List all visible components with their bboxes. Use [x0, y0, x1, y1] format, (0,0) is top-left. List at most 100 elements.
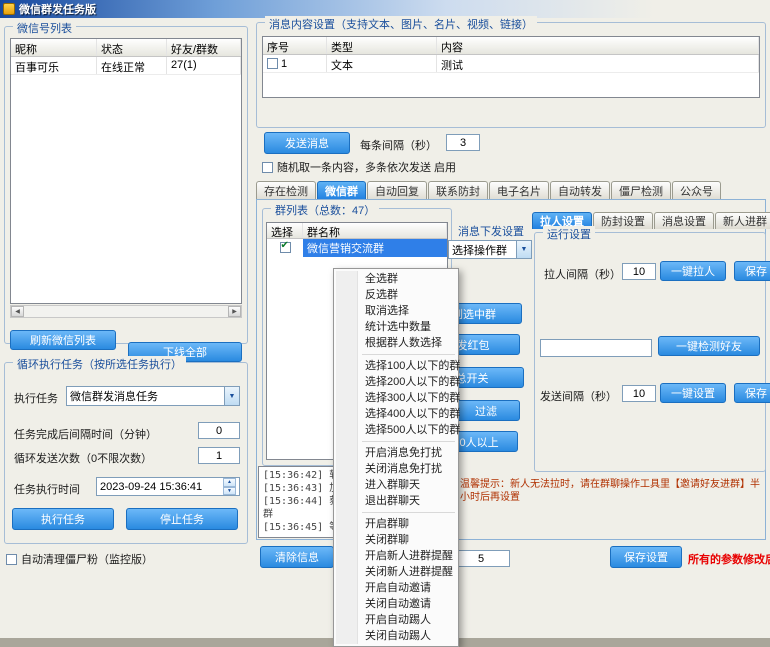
task-select[interactable]: 微信群发消息任务 ▼ [66, 386, 240, 406]
spin-up-icon[interactable]: ▲ [223, 478, 236, 487]
menu-item-chat-off[interactable]: 关闭群聊 [334, 532, 458, 548]
tab-auto-forward[interactable]: 自动转发 [550, 181, 610, 200]
hint-text: 温馨提示：新人无法拉时，请在群聊操作工具里【邀请好友进群】半小时后再设置 [460, 478, 762, 504]
menu-item-select-by-size[interactable]: 根据群人数选择 [334, 335, 458, 351]
accounts-hscrollbar[interactable]: ◀ ▶ [10, 305, 242, 318]
account-count: 27(1) [167, 57, 241, 74]
stop-task-button[interactable]: 停止任务 [126, 508, 238, 530]
accounts-col-nickname[interactable]: 昵称 [11, 39, 97, 56]
accounts-table: 昵称 状态 好友/群数 百事可乐 在线正常 27(1) [10, 38, 242, 304]
message-col-type[interactable]: 类型 [327, 37, 437, 54]
menu-item-mute-on[interactable]: 开启消息免打扰 [334, 445, 458, 461]
menu-item-exit-chat[interactable]: 退出群聊天 [334, 493, 458, 509]
task-time-value: 2023-09-24 15:36:41 [100, 481, 202, 493]
random-content-checkbox[interactable]: 随机取一条内容，多条依次发送 启用 [262, 159, 456, 175]
message-table-header: 序号 类型 内容 [263, 37, 759, 55]
task-time-label: 任务执行时间 [14, 481, 80, 497]
one-key-check-button[interactable]: 一键检测好友 [658, 336, 760, 356]
message-row-content: 测试 [437, 55, 759, 72]
checkbox-icon[interactable] [262, 162, 273, 173]
menu-item-auto-invite-off[interactable]: 关闭自动邀请 [334, 596, 458, 612]
menu-item-under-300[interactable]: 选择300人以下的群 [334, 390, 458, 406]
task-interval-label: 任务完成后间隔时间（分钟） [14, 426, 157, 442]
chevron-down-icon[interactable]: ▼ [516, 241, 531, 258]
menu-item-deselect[interactable]: 取消选择 [334, 303, 458, 319]
one-key-set-button[interactable]: 一键设置 [660, 383, 726, 403]
group-list-row[interactable]: 微信营销交流群 [267, 239, 447, 256]
menu-item-under-200[interactable]: 选择200人以下的群 [334, 374, 458, 390]
message-row-type: 文本 [327, 55, 437, 72]
loop-task-group-title: 循环执行任务（按所选任务执行） [13, 356, 186, 372]
pull-interval-input[interactable]: 10 [622, 263, 656, 280]
refresh-wechat-button[interactable]: 刷新微信列表 [10, 330, 116, 350]
task-time-input[interactable]: 2023-09-24 15:36:41 ▲▼ [96, 477, 240, 496]
menu-item-mute-off[interactable]: 关闭消息免打扰 [334, 461, 458, 477]
loop-count-input[interactable]: 1 [198, 447, 240, 464]
menu-item-auto-kick-on[interactable]: 开启自动踢人 [334, 612, 458, 628]
menu-separator [334, 351, 458, 358]
accounts-col-status[interactable]: 状态 [97, 39, 167, 56]
menu-item-under-100[interactable]: 选择100人以下的群 [334, 358, 458, 374]
group-col-name: 群名称 [303, 223, 447, 238]
app-icon [3, 3, 15, 15]
tab-wechat-group[interactable]: 微信群 [317, 181, 366, 200]
accounts-table-row[interactable]: 百事可乐 在线正常 27(1) [11, 57, 241, 75]
save-settings-button[interactable]: 保存设置 [610, 546, 682, 568]
menu-item-count-selected[interactable]: 统计选中数量 [334, 319, 458, 335]
message-content-group-title: 消息内容设置（支持文本、图片、名片、视频、链接） [265, 16, 537, 32]
menu-item-under-400[interactable]: 选择400人以下的群 [334, 406, 458, 422]
accounts-group-title: 微信号列表 [13, 20, 76, 36]
send-interval-label: 每条间隔（秒） [360, 137, 437, 153]
menu-item-enter-chat[interactable]: 进入群聊天 [334, 477, 458, 493]
checkbox-checked-icon[interactable] [280, 242, 291, 253]
scroll-right-icon[interactable]: ▶ [228, 306, 241, 317]
send-interval-input[interactable]: 3 [446, 134, 480, 151]
menu-item-newcomer-notice-on[interactable]: 开启新人进群提醒 [334, 548, 458, 564]
checkbox-icon[interactable] [6, 554, 17, 565]
tab-auto-reply[interactable]: 自动回复 [367, 181, 427, 200]
spin-down-icon[interactable]: ▼ [223, 487, 236, 496]
tab-ecard[interactable]: 电子名片 [489, 181, 549, 200]
tab-exist-check[interactable]: 存在检测 [256, 181, 316, 200]
scroll-left-icon[interactable]: ◀ [11, 306, 24, 317]
zombie-clean-checkbox[interactable]: 自动清理僵尸粉（监控版） [6, 551, 153, 567]
tab-message-settings[interactable]: 消息设置 [654, 212, 714, 229]
chevron-down-icon[interactable]: ▼ [224, 387, 239, 405]
filter-button[interactable]: 过滤 [452, 400, 520, 421]
tab-official-account[interactable]: 公众号 [672, 181, 721, 200]
datetime-spinner[interactable]: ▲▼ [223, 478, 236, 495]
menu-item-auto-kick-off[interactable]: 关闭自动踢人 [334, 628, 458, 644]
send-message-button[interactable]: 发送消息 [264, 132, 350, 154]
tab-newcomer[interactable]: 新人进群 [715, 212, 770, 229]
menu-item-under-500[interactable]: 选择500人以下的群 [334, 422, 458, 438]
send-interval-label-2: 发送间隔（秒） [540, 388, 617, 404]
menu-item-newcomer-notice-off[interactable]: 关闭新人进群提醒 [334, 564, 458, 580]
window-title: 微信群发任务版 [19, 1, 96, 17]
send-save-button[interactable]: 保存 [734, 383, 770, 403]
menu-item-invert-select[interactable]: 反选群 [334, 287, 458, 303]
one-key-pull-button[interactable]: 一键拉人 [660, 261, 726, 281]
group-context-menu: 全选群 反选群 取消选择 统计选中数量 根据群人数选择 选择100人以下的群 选… [333, 268, 459, 647]
message-col-no[interactable]: 序号 [263, 37, 327, 54]
accounts-col-count[interactable]: 好友/群数 [167, 39, 241, 56]
zombie-interval-input[interactable]: 5 [452, 550, 510, 567]
tab-contact-protect[interactable]: 联系防封 [428, 181, 488, 200]
send-interval-input-2[interactable]: 10 [622, 385, 656, 402]
clear-log-button[interactable]: 清除信息 [260, 546, 334, 568]
message-col-content[interactable]: 内容 [437, 37, 759, 54]
zombie-clean-label: 自动清理僵尸粉（监控版） [21, 551, 153, 567]
task-label: 执行任务 [14, 390, 58, 406]
check-friend-input[interactable] [540, 339, 652, 357]
menu-item-auto-invite-on[interactable]: 开启自动邀请 [334, 580, 458, 596]
tab-antiban-settings[interactable]: 防封设置 [593, 212, 653, 229]
checkbox-icon[interactable] [267, 58, 278, 69]
menu-item-chat-on[interactable]: 开启群聊 [334, 516, 458, 532]
run-task-button[interactable]: 执行任务 [12, 508, 114, 530]
pull-save-button[interactable]: 保存 [734, 261, 770, 281]
task-interval-input[interactable]: 0 [198, 422, 240, 439]
group-scope-select[interactable]: 选择操作群 ▼ [448, 240, 532, 259]
task-select-value: 微信群发消息任务 [70, 388, 158, 404]
tab-zombie-check[interactable]: 僵尸检测 [611, 181, 671, 200]
menu-item-select-all[interactable]: 全选群 [334, 271, 458, 287]
message-table-row[interactable]: 1 文本 测试 [263, 55, 759, 73]
